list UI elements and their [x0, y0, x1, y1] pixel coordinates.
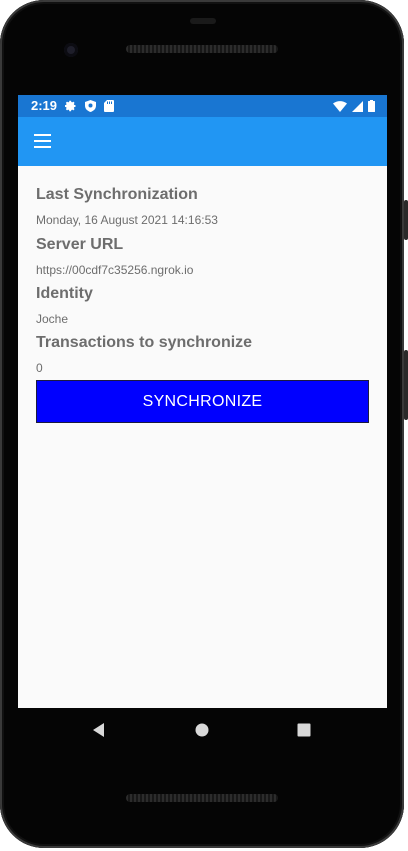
shield-icon — [85, 100, 96, 112]
status-notification-icons — [65, 98, 114, 114]
status-system-icons — [333, 98, 375, 114]
volume-button — [404, 350, 408, 420]
front-camera — [64, 43, 78, 57]
phone-frame: 2:19 Last Synchronization Monday, 16 Aug… — [0, 0, 404, 848]
back-triangle-icon[interactable] — [89, 720, 109, 740]
server-url-value: https://00cdf7c35256.ngrok.io — [36, 263, 194, 277]
earpiece-slot — [190, 18, 216, 24]
identity-label: Identity — [36, 285, 93, 302]
battery-icon — [368, 100, 375, 112]
settings-icon — [65, 100, 76, 112]
app-toolbar — [18, 117, 387, 166]
system-nav-bar — [18, 708, 387, 752]
server-url-label: Server URL — [36, 236, 124, 253]
status-bar: 2:19 — [18, 95, 387, 117]
identity-value: Joche — [36, 312, 69, 326]
last-sync-value: Monday, 16 August 2021 14:16:53 — [36, 213, 218, 227]
transactions-value: 0 — [36, 361, 43, 375]
last-sync-label: Last Synchronization — [36, 186, 198, 203]
status-time: 2:19 — [31, 98, 58, 113]
wifi-icon — [333, 100, 347, 112]
power-button — [404, 200, 408, 240]
home-circle-icon[interactable] — [192, 720, 212, 740]
recents-square-icon[interactable] — [294, 720, 314, 740]
synchronize-button[interactable]: SYNCHRONIZE — [36, 380, 369, 423]
hamburger-menu-icon[interactable] — [31, 129, 55, 153]
sd-card-icon — [104, 100, 114, 112]
top-speaker-grille — [126, 45, 278, 53]
bottom-speaker-grille — [126, 794, 278, 802]
device-screen: 2:19 Last Synchronization Monday, 16 Aug… — [18, 95, 387, 708]
transactions-label: Transactions to synchronize — [36, 334, 253, 351]
signal-icon — [352, 100, 363, 112]
